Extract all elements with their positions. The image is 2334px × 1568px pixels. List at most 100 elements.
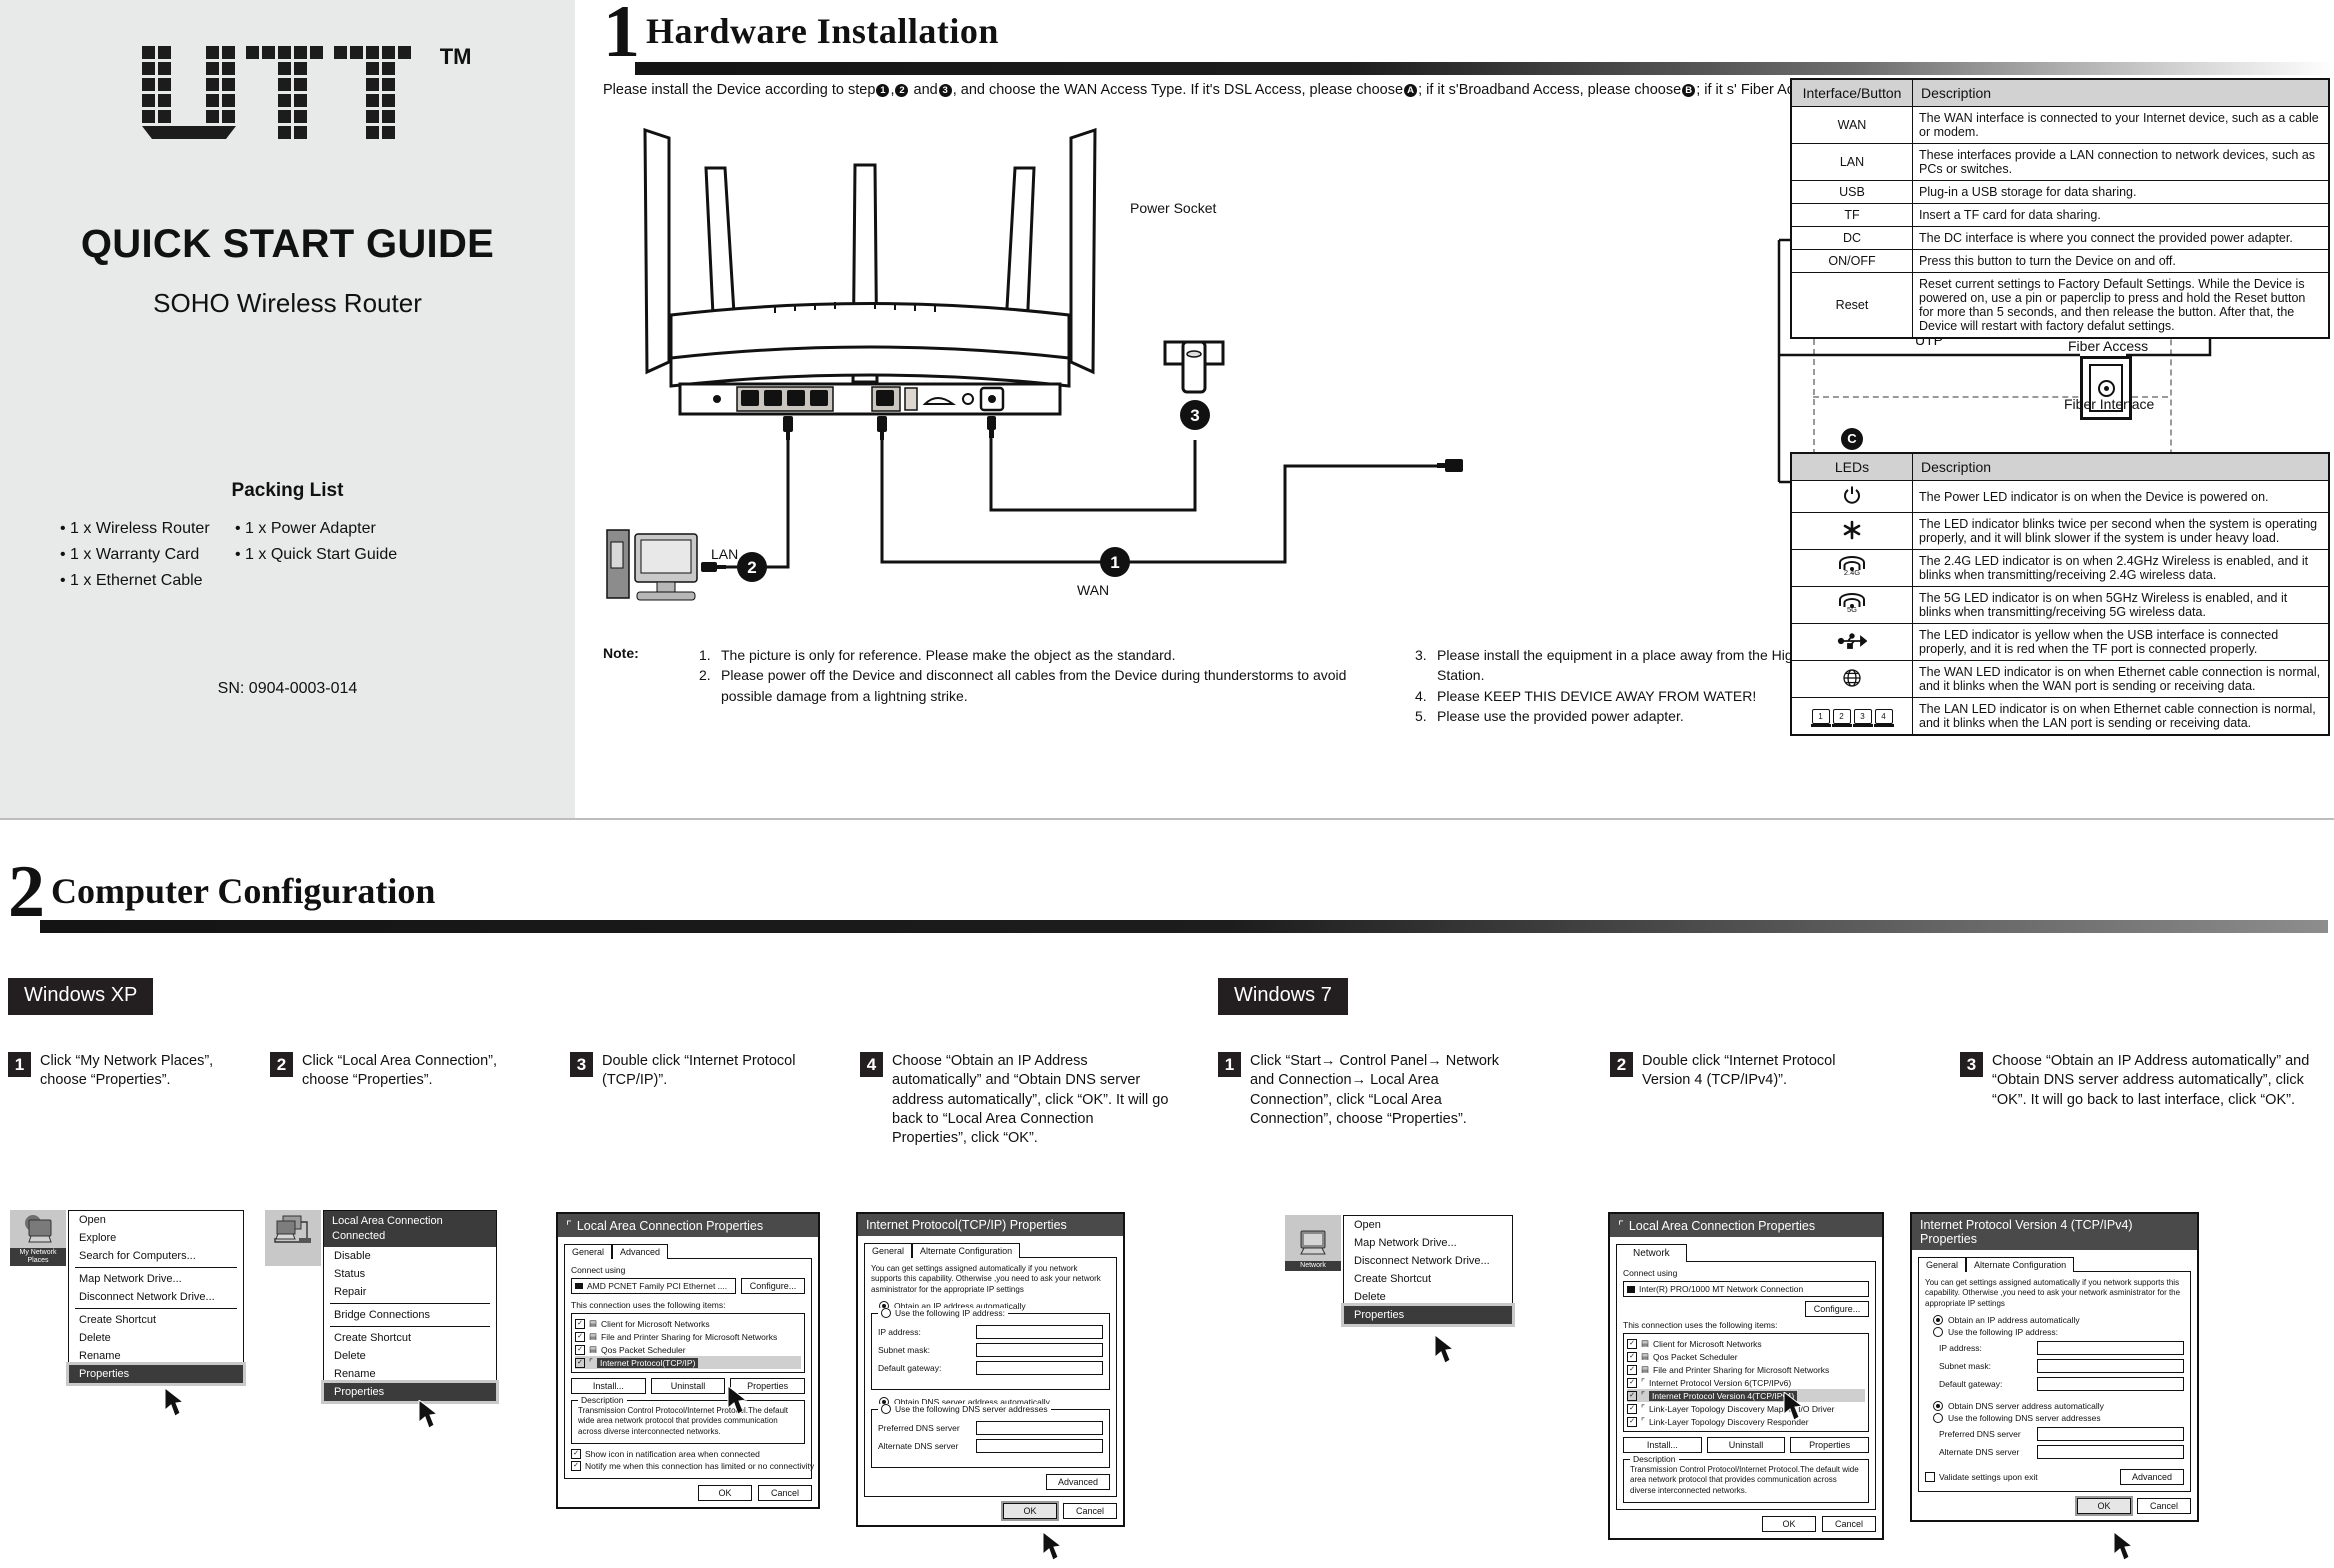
radio-obtain-ip-auto[interactable]: Obtain an IP address automatically [1933,1315,2184,1326]
uninstall-button[interactable]: Uninstall [1706,1437,1786,1453]
tab-advanced[interactable]: Advanced [612,1244,669,1259]
menu-item-create-shortcut[interactable]: Create Shortcut [69,1311,243,1329]
list-item[interactable]: ✓ ▤ File and Printer Sharing for Microsoft… [1627,1363,1865,1376]
ok-button[interactable]: OK [698,1485,752,1502]
menu-item-rename[interactable]: Rename [324,1365,496,1383]
menu-item-properties[interactable]: Properties [66,1362,246,1386]
alternate-dns-field[interactable] [976,1439,1103,1454]
tab-alternate-configuration[interactable]: Alternate Configuration [1966,1257,2075,1272]
radio-use-following-dns[interactable]: Use the following DNS server addresses [878,1404,1051,1415]
list-item[interactable]: ✓ ⌜ Internet Protocol Version 6(TCP/IPv6) [1627,1376,1865,1389]
radio-use-following-ip[interactable]: Use the following IP address: [1933,1327,2184,1338]
radio-use-following-dns[interactable]: Use the following DNS server addresses [1933,1413,2184,1424]
menu-item-open[interactable]: Open [1344,1216,1512,1234]
list-item[interactable]: ✓ ⌜ Link-Layer Topology Discovery Mapper I… [1627,1402,1865,1415]
checkbox[interactable]: ✓ [575,1357,585,1368]
menu-item-status[interactable]: Status [324,1265,496,1283]
menu-item-rename[interactable]: Rename [69,1347,243,1365]
radio-button[interactable] [1933,1401,1943,1412]
checkbox[interactable]: ✓ [1627,1403,1637,1414]
adapter-select[interactable]: AMD PCNET Family PCI Ethernet .... [571,1278,736,1294]
radio-use-following-ip[interactable]: Use the following IP address: [878,1308,1008,1319]
adapter-select[interactable]: Inter(R) PRO/1000 MT Network Connection [1623,1281,1869,1297]
tab-alternate-configuration[interactable]: Alternate Configuration [912,1243,1021,1258]
ip-address-field[interactable] [2037,1341,2184,1356]
radio-button[interactable] [881,1404,891,1415]
checkbox-row[interactable]: ✓ Notify me when this connection has limi… [571,1460,814,1472]
install-button[interactable]: Install... [571,1378,646,1394]
configure-button[interactable]: Configure... [1805,1301,1869,1317]
uninstall-button[interactable]: Uninstall [650,1378,726,1394]
ok-button[interactable]: OK [1762,1516,1816,1533]
menu-item-bridge-connections[interactable]: Bridge Connections [324,1306,496,1324]
tab-network[interactable]: Network [1616,1244,1687,1262]
subnet-mask-field[interactable] [2037,1359,2184,1374]
menu-item-properties[interactable]: Properties [321,1379,499,1404]
list-item[interactable]: ✓ ▤ Qos Packet Scheduler [1627,1350,1865,1363]
advanced-button[interactable]: Advanced [1046,1474,1110,1491]
components-listbox[interactable]: ✓ ▤ Client for Microsoft Networks ✓ ▤ File a… [571,1313,805,1373]
list-item[interactable]: ✓ ⌜ Link-Layer Topology Discovery Responde… [1627,1415,1865,1428]
checkbox[interactable]: ✓ [571,1449,581,1460]
default-gateway-field[interactable] [976,1361,1103,1376]
cancel-button[interactable]: Cancel [758,1485,812,1502]
checkbox-row[interactable]: ✓ Show icon in natification area when con… [571,1448,805,1460]
preferred-dns-field[interactable] [976,1421,1103,1436]
install-button[interactable]: Install... [1623,1437,1702,1453]
radio-button[interactable] [1933,1327,1943,1338]
checkbox[interactable]: ✓ [575,1344,585,1355]
menu-item-map-network-drive[interactable]: Map Network Drive... [1344,1234,1512,1252]
menu-item-delete[interactable]: Delete [69,1329,243,1347]
menu-item-create-shortcut[interactable]: Create Shortcut [324,1329,496,1347]
default-gateway-field[interactable] [2037,1377,2184,1392]
ip-address-field[interactable] [976,1325,1103,1340]
preferred-dns-field[interactable] [2037,1427,2184,1442]
list-item-selected[interactable]: ✓ ⌜ Internet Protocol Version 4(TCP/IPv4) [1627,1389,1865,1402]
properties-button[interactable]: Properties [1790,1437,1870,1453]
cancel-button[interactable]: Cancel [2137,1498,2191,1515]
checkbox[interactable]: ✓ [575,1331,585,1342]
menu-item-explore[interactable]: Explore [69,1229,243,1247]
menu-item-search-computers[interactable]: Search for Computers... [69,1247,243,1265]
components-listbox[interactable]: ✓ ▤ Client for Microsoft Networks ✓ ▤ Qos Pa… [1623,1333,1869,1432]
ok-button[interactable]: OK [2075,1496,2133,1517]
radio-button[interactable] [1933,1315,1943,1326]
cancel-button[interactable]: Cancel [1822,1516,1876,1533]
tab-general[interactable]: General [1918,1257,1967,1272]
checkbox[interactable]: ✓ [1627,1364,1637,1375]
checkbox[interactable]: ✓ [1627,1390,1637,1401]
list-item[interactable]: ✓ ▤ Client for Microsoft Networks [1627,1337,1865,1350]
ok-button[interactable]: OK [1001,1501,1059,1522]
radio-button[interactable] [1933,1413,1943,1424]
list-item-selected[interactable]: ✓ ⌜ Internet Protocol(TCP/IP) [575,1356,801,1369]
checkbox[interactable] [1925,1472,1935,1483]
list-item[interactable]: ✓ ▤ Client for Microsoft Networks [575,1317,801,1330]
list-item[interactable]: ✓ ▤ Qos Packet Scheduler [575,1343,801,1356]
menu-item-disable[interactable]: Disable [324,1247,496,1265]
local-area-connection-icon[interactable]: . [265,1210,321,1266]
network-icon[interactable]: Network [1285,1215,1341,1271]
my-network-places-icon[interactable]: My Network Places [10,1210,66,1266]
advanced-button[interactable]: Advanced [2120,1469,2184,1486]
alternate-dns-field[interactable] [2037,1445,2184,1460]
menu-item-map-network-drive[interactable]: Map Network Drive... [69,1270,243,1288]
radio-button[interactable] [881,1308,891,1319]
menu-item-disconnect-network-drive[interactable]: Disconnect Network Drive... [1344,1252,1512,1270]
checkbox[interactable]: ✓ [1627,1338,1637,1349]
checkbox[interactable]: ✓ [571,1461,581,1472]
configure-button[interactable]: Configure... [741,1278,805,1294]
radio-obtain-dns-auto[interactable]: Obtain DNS server address automatically [1933,1401,2184,1412]
cancel-button[interactable]: Cancel [1063,1503,1117,1520]
menu-item-create-shortcut[interactable]: Create Shortcut [1344,1270,1512,1288]
validate-settings-row[interactable]: Validate settings upon exit [1925,1471,2038,1483]
menu-item-disconnect-network-drive[interactable]: Disconnect Network Drive... [69,1288,243,1306]
menu-item-delete[interactable]: Delete [1344,1288,1512,1306]
menu-item-repair[interactable]: Repair [324,1283,496,1301]
checkbox[interactable]: ✓ [575,1318,585,1329]
tab-general[interactable]: General [864,1243,913,1258]
menu-item-open[interactable]: Open [69,1211,243,1229]
list-item[interactable]: ✓ ▤ File and Printer Sharing for Microsoft… [575,1330,801,1343]
subnet-mask-field[interactable] [976,1343,1103,1358]
checkbox[interactable]: ✓ [1627,1416,1637,1427]
checkbox[interactable]: ✓ [1627,1351,1637,1362]
